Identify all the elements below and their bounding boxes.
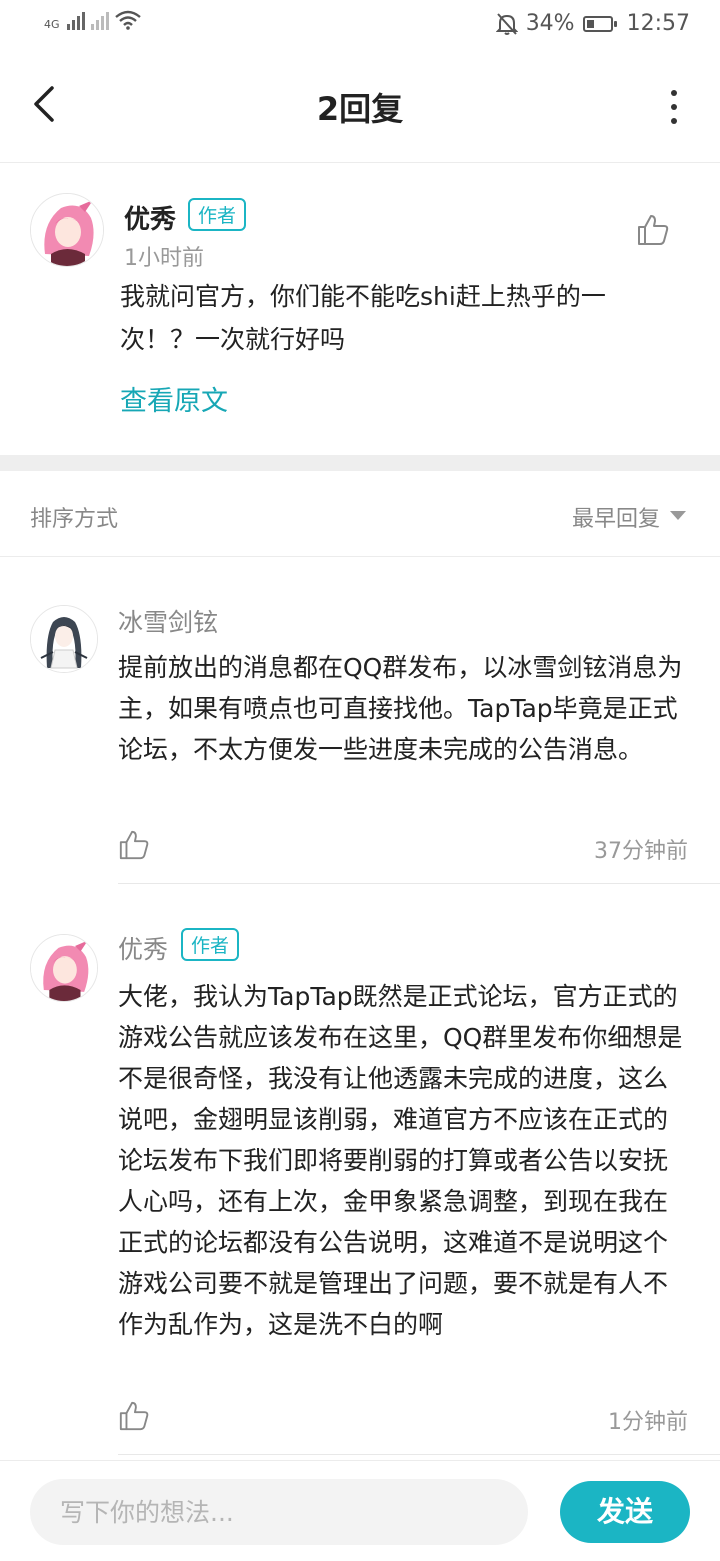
author-badge: 作者 bbox=[181, 928, 240, 961]
username[interactable]: 冰雪剑铉 bbox=[118, 603, 218, 639]
sort-bar: 排序方式 最早回复 bbox=[0, 471, 720, 557]
reply-text: 大佬，我认为TapTap既然是正式论坛，官方正式的游戏公告就应该发布在这里，QQ… bbox=[118, 982, 683, 1339]
avatar-image bbox=[31, 606, 97, 672]
more-vertical-icon[interactable] bbox=[668, 90, 680, 124]
clock: 12:57 bbox=[626, 11, 690, 36]
reply-text: 提前放出的消息都在QQ群发布，以冰雪剑铉消息为主，如果有喷点也可直接找他。Tap… bbox=[118, 653, 683, 764]
battery-charging-icon bbox=[582, 15, 617, 32]
avatar-image bbox=[31, 194, 103, 266]
avatar[interactable] bbox=[30, 934, 98, 1002]
wifi-icon bbox=[114, 10, 141, 30]
avatar-image bbox=[31, 935, 97, 1001]
sort-dropdown[interactable]: 最早回复 bbox=[572, 501, 660, 533]
divider bbox=[118, 1454, 720, 1455]
caret-down-icon[interactable] bbox=[670, 511, 686, 520]
battery-percent: 34% bbox=[525, 11, 575, 36]
timestamp: 37分钟前 bbox=[594, 839, 688, 864]
page-title: 2回复 bbox=[316, 90, 404, 128]
thumbs-up-icon[interactable] bbox=[636, 213, 670, 247]
send-button[interactable]: 发送 bbox=[560, 1481, 690, 1543]
thumbs-up-icon[interactable] bbox=[118, 829, 150, 861]
comment-composer: 发送 bbox=[0, 1460, 720, 1561]
comment-input[interactable] bbox=[30, 1479, 528, 1545]
comment-text: 我就问官方，你们能不能吃shi赶上热乎的一次！？一次就行好吗 bbox=[120, 282, 606, 354]
sort-label: 排序方式 bbox=[30, 507, 119, 532]
reply-item: 冰雪剑铉 提前放出的消息都在QQ群发布，以冰雪剑铉消息为主，如果有喷点也可直接找… bbox=[0, 557, 720, 884]
author-badge: 作者 bbox=[188, 198, 247, 231]
signal-no-service-icon bbox=[90, 10, 109, 30]
username[interactable]: 优秀 bbox=[118, 930, 168, 966]
mute-icon bbox=[495, 12, 518, 35]
timestamp: 1小时前 bbox=[124, 246, 204, 271]
reply-item: 优秀 作者 大佬，我认为TapTap既然是正式论坛，官方正式的游戏公告就应该发布… bbox=[0, 884, 720, 1456]
view-original-link[interactable]: 查看原文 bbox=[120, 379, 228, 418]
top-bar: 2回复 bbox=[0, 50, 720, 163]
timestamp: 1分钟前 bbox=[608, 1410, 688, 1435]
username[interactable]: 优秀 bbox=[124, 199, 176, 236]
avatar[interactable] bbox=[30, 193, 104, 267]
section-divider bbox=[0, 455, 720, 471]
status-bar: 4G 34% 12:57 bbox=[0, 0, 720, 50]
avatar[interactable] bbox=[30, 605, 98, 673]
network-type: 4G bbox=[44, 18, 60, 31]
thumbs-up-icon[interactable] bbox=[118, 1400, 150, 1432]
original-comment: 优秀 作者 1小时前 我就问官方，你们能不能吃shi赶上热乎的一次！？一次就行好… bbox=[0, 163, 720, 455]
signal-icon bbox=[66, 10, 85, 30]
